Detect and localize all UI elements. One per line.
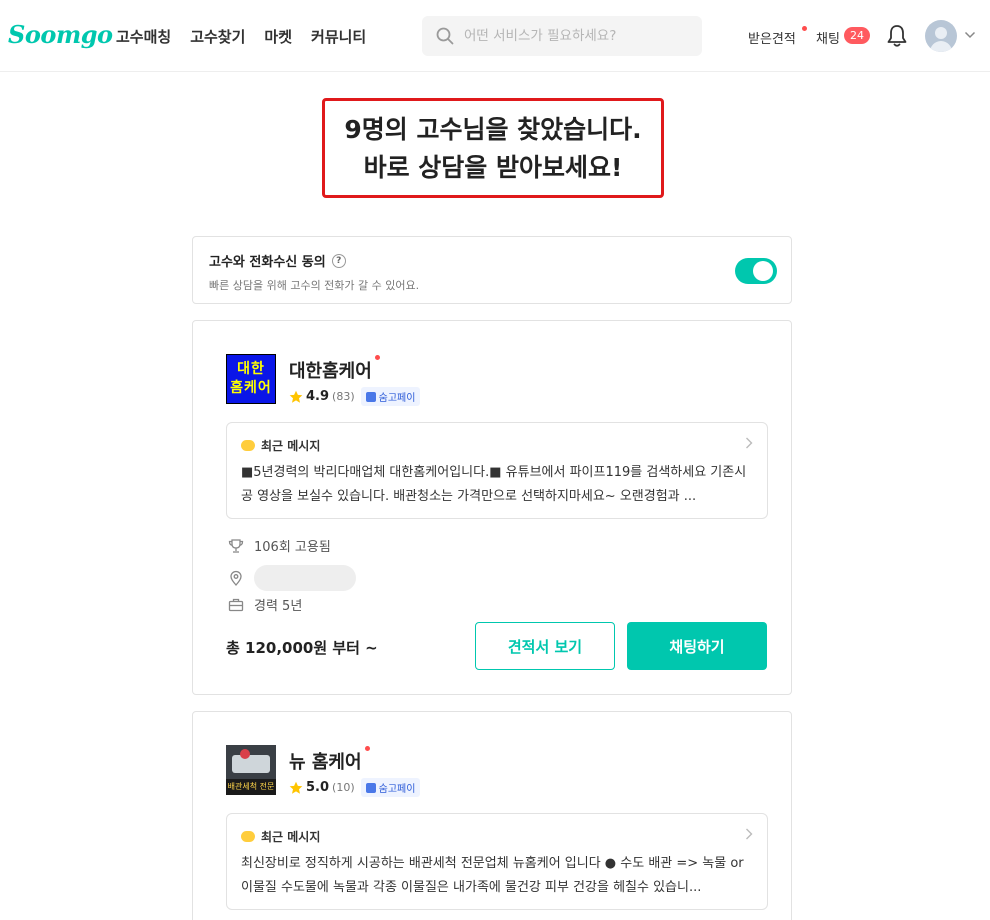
review-count: (10): [332, 781, 355, 794]
location-row: [228, 565, 356, 591]
consent-title: 고수와 전화수신 동의: [209, 255, 326, 270]
consent-toggle[interactable]: [735, 258, 777, 284]
star-icon: [289, 781, 303, 794]
soomgo-logo[interactable]: Soomgo: [8, 20, 113, 49]
recent-message-text: 최신장비로 정직하게 시공하는 배관세척 전문업체 뉴홈케어 입니다 ● 수도 …: [241, 856, 744, 895]
nav-community[interactable]: 커뮤니티: [311, 26, 366, 47]
headline-line-1: 9명의 고수님을 찾았습니다.: [344, 115, 642, 144]
chevron-right-icon: [746, 828, 753, 840]
recent-message-text: ■5년경력의 박리다매업체 대한홈케어입니다.■ 유튜브에서 파이프119를 검…: [241, 465, 747, 504]
location-pin-icon: [230, 570, 242, 586]
top-header: Soomgo 고수매칭 고수찾기 마켓 커뮤니티 받은견적 채팅 24: [0, 0, 990, 72]
recent-message-header: 최근 메시지: [241, 828, 320, 845]
bell-icon[interactable]: [886, 24, 908, 52]
pro-rating: 5.0 (10) 숨고페이: [289, 778, 421, 797]
chat-link[interactable]: 채팅: [816, 28, 840, 47]
received-quotes-link[interactable]: 받은견적: [748, 28, 796, 47]
new-dot: [364, 746, 370, 751]
view-quote-button[interactable]: 견적서 보기: [475, 622, 615, 670]
search-icon: [436, 27, 454, 45]
pay-icon: [365, 782, 376, 793]
chevron-right-icon: [746, 437, 753, 449]
new-dot: [374, 355, 380, 360]
help-icon[interactable]: ?: [331, 253, 346, 268]
trophy-icon: [228, 538, 244, 553]
blurred-location: [254, 565, 356, 591]
new-quote-dot: [802, 26, 807, 31]
search-bar[interactable]: [422, 16, 702, 56]
hire-count-row: 106회 고용됨: [228, 536, 331, 555]
pay-icon: [365, 391, 376, 402]
rating-score: 5.0: [306, 780, 330, 795]
chat-bubble-icon: [241, 831, 255, 842]
recent-message-box[interactable]: 최근 메시지 최신장비로 정직하게 시공하는 배관세척 전문업체 뉴홈케어 입니…: [226, 813, 768, 910]
pro-name[interactable]: 뉴 홈케어: [289, 746, 370, 774]
phone-consent-card: 고수와 전화수신 동의 ? 빠른 상담을 위해 고수의 전화가 갈 수 있어요.: [192, 236, 792, 304]
pro-logo: 대한 홈케어: [226, 354, 276, 404]
soomgo-pay-badge: 숨고페이: [360, 778, 421, 797]
nav-market[interactable]: 마켓: [264, 26, 292, 47]
nav-find-experts[interactable]: 고수찾기: [190, 26, 245, 47]
starting-price: 총 120,000원 부터 ~: [226, 639, 378, 657]
chevron-down-icon[interactable]: [964, 31, 976, 39]
rating-score: 4.9: [306, 389, 330, 404]
chat-count-badge: 24: [844, 27, 870, 44]
nav-expert-matching[interactable]: 고수매칭: [116, 26, 171, 47]
consent-description: 빠른 상담을 위해 고수의 전화가 갈 수 있어요.: [209, 279, 420, 292]
soomgo-pay-badge: 숨고페이: [360, 387, 421, 406]
pro-logo-caption: 배관세척 전문: [226, 779, 276, 795]
pro-logo: 배관세척 전문: [226, 745, 276, 795]
recent-message-header: 최근 메시지: [241, 437, 320, 454]
headline-line-2: 바로 상담을 받아보세요!: [363, 153, 623, 182]
avatar[interactable]: [925, 20, 957, 52]
search-input[interactable]: [464, 28, 684, 44]
pro-card[interactable]: 대한 홈케어 대한홈케어 4.9 (83) 숨고페이 최근 메시지 ■5년경력의…: [192, 320, 792, 695]
consent-title-row: 고수와 전화수신 동의 ?: [209, 251, 346, 270]
start-chat-button[interactable]: 채팅하기: [627, 622, 767, 670]
result-headline: 9명의 고수님을 찾았습니다. 바로 상담을 받아보세요!: [322, 98, 664, 198]
briefcase-icon: [228, 598, 244, 611]
recent-message-box[interactable]: 최근 메시지 ■5년경력의 박리다매업체 대한홈케어입니다.■ 유튜브에서 파이…: [226, 422, 768, 519]
chat-bubble-icon: [241, 440, 255, 451]
review-count: (83): [332, 390, 355, 403]
pro-name[interactable]: 대한홈케어: [289, 355, 380, 383]
pro-card[interactable]: 배관세척 전문 뉴 홈케어 5.0 (10) 숨고페이 최근 메시지 최신장비로…: [192, 711, 792, 920]
star-icon: [289, 390, 303, 403]
career-row: 경력 5년: [228, 595, 302, 614]
pro-rating: 4.9 (83) 숨고페이: [289, 387, 421, 406]
main-nav: 고수매칭 고수찾기 마켓 커뮤니티: [116, 26, 366, 47]
